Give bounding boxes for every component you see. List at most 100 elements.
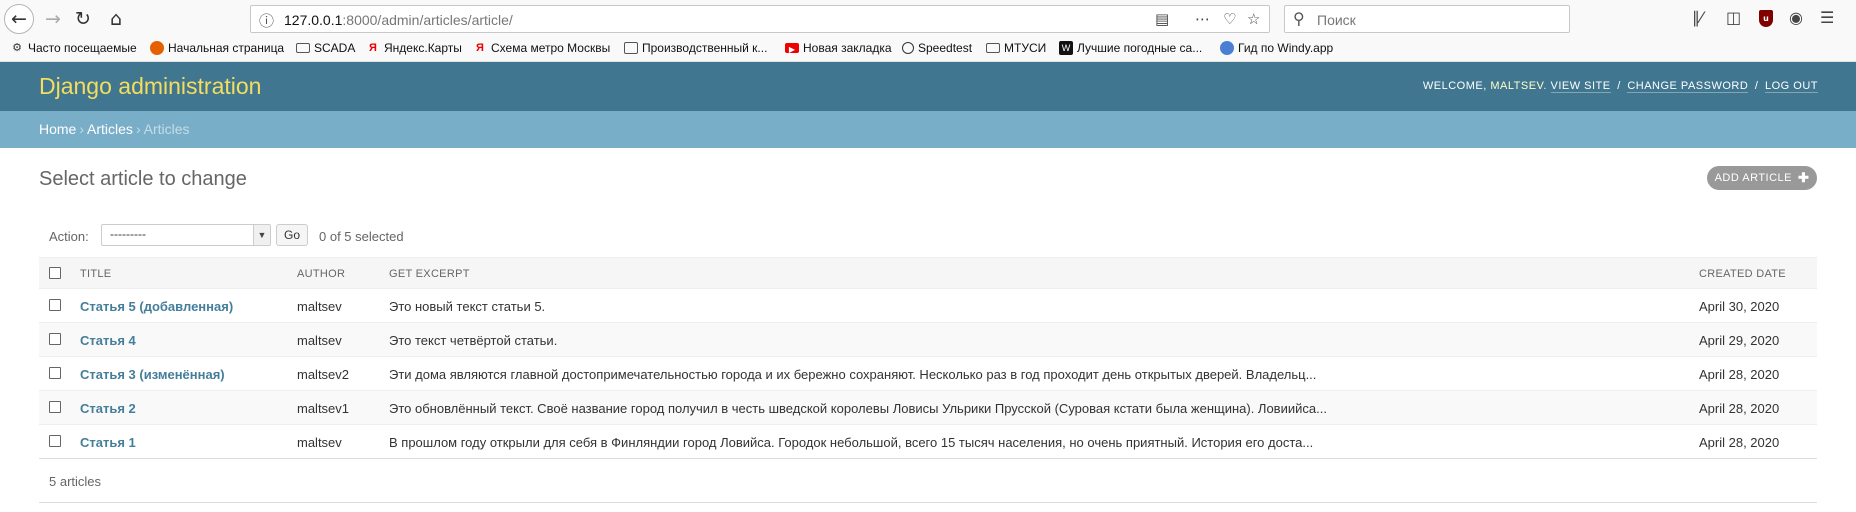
breadcrumb-app[interactable]: Articles <box>87 121 133 137</box>
row-checkbox[interactable] <box>49 435 61 447</box>
article-title-link[interactable]: Статья 4 <box>80 333 136 348</box>
column-header-author[interactable]: Author <box>297 268 345 280</box>
site-branding[interactable]: Django administration <box>39 73 261 100</box>
date-cell: April 28, 2020 <box>1699 401 1780 416</box>
username: maltsev <box>1490 80 1544 92</box>
column-header-created-date[interactable]: Created date <box>1699 268 1786 280</box>
folder-icon <box>296 43 310 53</box>
bookmark-item[interactable]: Я Схема метро Москвы <box>473 41 610 55</box>
table-row: Статья 2 maltsev1 Это обновлённый текст.… <box>39 391 1817 425</box>
separator: / <box>1617 80 1621 92</box>
user-tools: Welcome, maltsev. View site / Change pas… <box>1422 80 1818 93</box>
bookmark-item[interactable]: W Лучшие погодные са... <box>1059 41 1202 55</box>
bookmark-item[interactable]: Начальная страница <box>150 41 284 55</box>
bookmark-label: МТУСИ <box>1004 41 1047 55</box>
account-icon[interactable]: ◉ <box>1789 8 1803 27</box>
article-title-link[interactable]: Статья 5 (добавленная) <box>80 299 233 314</box>
excerpt-cell: Это обновлённый текст. Своё название гор… <box>389 401 1327 416</box>
welcome-text: Welcome, <box>1422 80 1487 92</box>
breadcrumb-home[interactable]: Home <box>39 121 76 137</box>
reload-icon[interactable]: ↻ <box>68 4 98 34</box>
column-header-title[interactable]: Title <box>80 268 111 280</box>
info-icon[interactable]: ⓘ <box>259 10 274 31</box>
excerpt-cell: Это текст четвёртой статьи. <box>389 333 558 348</box>
action-select[interactable]: --------- ▼ <box>101 224 271 246</box>
bookmark-item[interactable]: Производственный к... <box>624 41 767 55</box>
author-cell: maltsev <box>297 435 342 450</box>
bookmark-item[interactable]: ⚙ Часто посещаемые <box>10 41 137 55</box>
go-button[interactable]: Go <box>276 224 308 246</box>
speedometer-icon <box>902 42 914 54</box>
row-checkbox[interactable] <box>49 367 61 379</box>
bookmark-item[interactable]: Я Яндекс.Карты <box>366 41 462 55</box>
article-title-link[interactable]: Статья 3 (изменённая) <box>80 367 225 382</box>
view-site-link[interactable]: View site <box>1550 80 1611 93</box>
table-row: Статья 3 (изменённая) maltsev2 Эти дома … <box>39 357 1817 391</box>
search-bar[interactable]: ⚲ Поиск <box>1284 5 1570 33</box>
change-password-link[interactable]: Change password <box>1627 80 1749 93</box>
row-checkbox[interactable] <box>49 401 61 413</box>
youtube-icon: ▶ <box>785 43 799 54</box>
bookmark-item[interactable]: ▶ Новая закладка <box>785 41 892 55</box>
add-article-button[interactable]: Add article ✚ <box>1707 166 1817 190</box>
bookmark-label: Лучшие погодные са... <box>1077 41 1203 55</box>
result-count: 5 articles <box>49 474 102 489</box>
breadcrumb-separator: › <box>79 121 85 137</box>
column-header-excerpt: Get excerpt <box>389 268 470 280</box>
article-title-link[interactable]: Статья 1 <box>80 435 136 450</box>
table-row: Статья 1 maltsev В прошлом году открыли … <box>39 425 1817 459</box>
ublock-icon[interactable]: u <box>1759 10 1773 27</box>
action-label: Action: <box>49 229 89 244</box>
url-bar[interactable]: ⓘ 127.0.0.1:8000/admin/articles/article/… <box>250 5 1270 33</box>
chevron-down-icon[interactable]: ▼ <box>253 225 270 245</box>
gear-icon: ⚙ <box>12 42 22 54</box>
article-title-link[interactable]: Статья 2 <box>80 401 136 416</box>
bookmark-label: Новая закладка <box>803 41 892 55</box>
bookmark-label: Производственный к... <box>642 41 768 55</box>
yandex-icon: Я <box>476 42 484 54</box>
bookmark-label: Яндекс.Карты <box>384 41 462 55</box>
home-icon[interactable]: ⌂ <box>101 4 131 34</box>
bookmark-item[interactable]: SCADA <box>296 41 355 55</box>
plus-icon: ✚ <box>1798 170 1810 185</box>
table-row: Статья 4 maltsev Это текст четвёртой ста… <box>39 323 1817 357</box>
browser-toolbar: ← → ↻ ⌂ ⓘ 127.0.0.1:8000/admin/articles/… <box>0 0 1856 38</box>
menu-icon[interactable]: ☰ <box>1820 8 1834 27</box>
weather-icon: W <box>1059 41 1073 55</box>
page-actions-icon[interactable]: ⋯ <box>1195 10 1210 28</box>
bookmark-star-icon[interactable]: ☆ <box>1247 10 1260 28</box>
results-table: Title Author Get excerpt Created date Ст… <box>39 257 1817 459</box>
excerpt-cell: Эти дома являются главной достопримечате… <box>389 367 1317 382</box>
table-row: Статья 5 (добавленная) maltsev Это новый… <box>39 289 1817 323</box>
selection-counter: 0 of 5 selected <box>319 229 404 244</box>
select-all-checkbox[interactable] <box>49 267 61 279</box>
bookmark-label: Гид по Windy.app <box>1238 41 1334 55</box>
bookmark-item[interactable]: Speedtest <box>902 41 972 55</box>
excerpt-cell: Это новый текст статьи 5. <box>389 299 546 314</box>
library-icon[interactable]: ∥⁄ <box>1692 8 1703 27</box>
log-out-link[interactable]: Log out <box>1764 80 1818 93</box>
excerpt-cell: В прошлом году открыли для себя в Финлян… <box>389 435 1314 450</box>
pocket-icon[interactable]: ♡ <box>1223 10 1236 28</box>
globe-icon <box>1220 41 1234 55</box>
author-cell: maltsev <box>297 333 342 348</box>
page-icon <box>624 42 638 54</box>
page-title: Select article to change <box>39 168 247 190</box>
date-cell: April 30, 2020 <box>1699 299 1780 314</box>
admin-header: Django administration Welcome, maltsev. … <box>0 62 1856 111</box>
url-text[interactable]: 127.0.0.1:8000/admin/articles/article/ <box>284 12 513 28</box>
reader-view-icon[interactable]: ▤ <box>1155 10 1169 28</box>
forward-arrow-icon[interactable]: → <box>38 4 68 34</box>
bookmark-label: Начальная страница <box>168 41 285 55</box>
actions-bar: Action: --------- ▼ Go 0 of 5 selected <box>39 222 1817 250</box>
author-cell: maltsev2 <box>297 367 350 382</box>
author-cell: maltsev <box>297 299 342 314</box>
firefox-icon <box>150 41 164 55</box>
bookmark-item[interactable]: Гид по Windy.app <box>1220 41 1333 55</box>
sidebar-icon[interactable]: ◫ <box>1726 8 1741 27</box>
yandex-icon: Я <box>369 42 377 54</box>
back-arrow-icon[interactable]: ← <box>4 4 34 34</box>
row-checkbox[interactable] <box>49 299 61 311</box>
row-checkbox[interactable] <box>49 333 61 345</box>
bookmark-item[interactable]: МТУСИ <box>986 41 1046 55</box>
